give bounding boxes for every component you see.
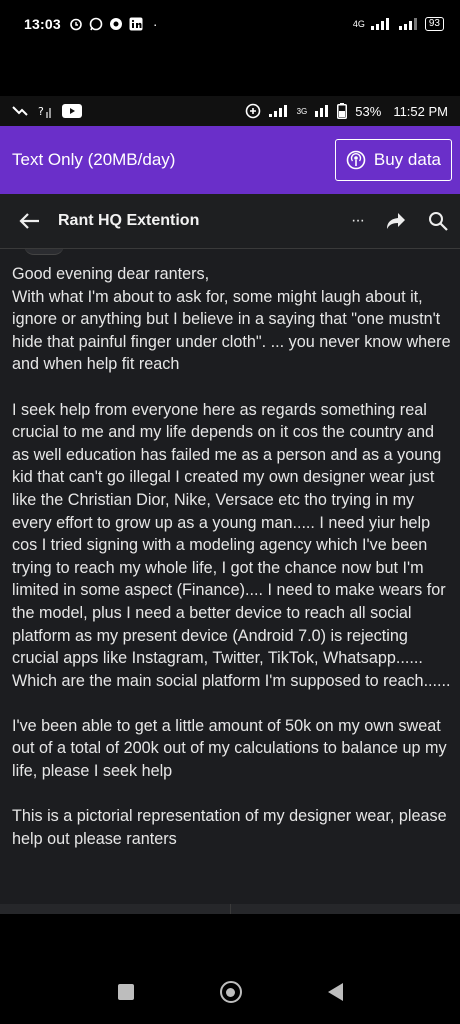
inner-clock: 11:52 PM	[393, 103, 448, 119]
no-signal-icon: ?	[38, 104, 52, 118]
post-paragraph: I've been able to get a little amount of…	[12, 716, 447, 781]
app-toolbar: Rant HQ Extention ···	[0, 194, 460, 248]
avatar	[24, 249, 64, 255]
linkedin-icon	[129, 17, 143, 31]
alarm-icon	[69, 17, 83, 31]
search-icon[interactable]	[428, 211, 448, 231]
data-saver-icon	[245, 103, 261, 119]
svg-text:?: ?	[38, 105, 44, 118]
post-body: Good evening dear ranters, With what I'm…	[12, 263, 452, 873]
data-mode-banner: Text Only (20MB/day) Buy data	[0, 126, 460, 194]
vpn-icon	[109, 17, 123, 31]
post-paragraph: I seek help from everyone here as regard…	[12, 400, 451, 690]
home-button[interactable]	[219, 981, 242, 1003]
toolbar-actions: ···	[351, 211, 448, 231]
outer-status-right: 4G 93	[353, 17, 444, 31]
back-button[interactable]	[327, 983, 343, 1001]
broadcast-icon	[346, 150, 366, 170]
inner-battery-percent: 53%	[355, 103, 382, 119]
network-type: 4G	[352, 19, 365, 29]
signal-icon-2	[398, 18, 419, 30]
youtube-icon	[62, 104, 82, 118]
post-content-area: Good evening dear ranters, With what I'm…	[0, 249, 460, 912]
signal-icon	[370, 18, 393, 30]
data-mode-label: Text Only (20MB/day)	[12, 150, 176, 169]
missed-call-icon	[12, 105, 28, 117]
inner-status-right: 3G 53% 11:52 PM	[245, 103, 448, 119]
share-icon[interactable]	[386, 212, 406, 230]
buy-data-label: Buy data	[373, 150, 441, 169]
back-arrow-icon[interactable]	[18, 212, 40, 230]
notification-dot: ·	[152, 16, 158, 32]
inner-status-bar: ? 3G 53% 11:52 PM	[0, 96, 460, 126]
footer-divider	[230, 904, 231, 914]
outer-status-bar: 13:03 · 4G 93	[0, 0, 460, 48]
buy-data-button[interactable]: Buy data	[334, 139, 452, 181]
whatsapp-icon	[89, 17, 103, 31]
more-options-icon[interactable]: ···	[351, 212, 365, 230]
notification-icons: ·	[69, 16, 158, 32]
post-paragraph: This is a pictorial representation of my…	[12, 807, 447, 848]
battery-icon	[337, 103, 348, 119]
cell-signal-icon-2	[315, 105, 329, 117]
outer-clock: 13:03	[24, 16, 61, 32]
recent-apps-button[interactable]	[117, 984, 134, 1000]
post-paragraph: Good evening dear ranters, With what I'm…	[12, 265, 451, 374]
group-title: Rant HQ Extention	[58, 212, 200, 229]
cell-signal-icon	[268, 105, 289, 117]
inner-network-type: 3G	[296, 106, 308, 116]
system-navigation-bar	[0, 960, 460, 1024]
battery-indicator: 93	[424, 17, 444, 31]
inner-status-left: ?	[12, 104, 82, 118]
